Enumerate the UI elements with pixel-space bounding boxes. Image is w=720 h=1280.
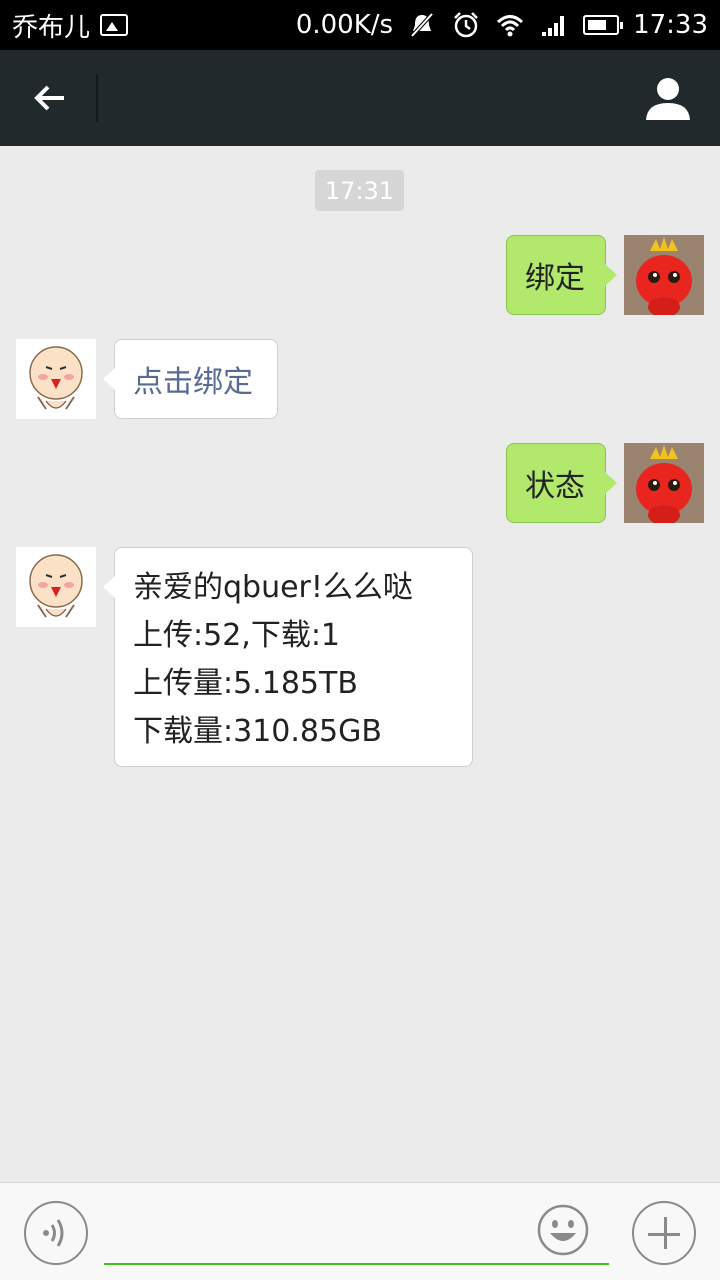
- back-button[interactable]: [22, 70, 78, 126]
- my-avatar[interactable]: [624, 443, 704, 523]
- contact-info-button[interactable]: [642, 72, 694, 124]
- incoming-message-link[interactable]: 点击绑定: [103, 339, 278, 419]
- status-right: 0.00K/s 17:33: [296, 0, 708, 50]
- outgoing-message[interactable]: 绑定: [506, 235, 617, 315]
- status-bar: 乔布儿 0.00K/s 17:33: [0, 0, 720, 50]
- network-speed: 0.00K/s: [295, 10, 394, 40]
- status-line-counts: 上传:52,下载:1: [133, 618, 341, 653]
- status-line-greeting: 亲爱的qbuer!么么哒: [133, 570, 413, 605]
- chat-area[interactable]: 17:31 绑定 点击绑定 状态 亲爱的qbuer!么么哒 上传:52,下载:1…: [0, 146, 720, 1182]
- outgoing-message[interactable]: 状态: [506, 443, 617, 523]
- back-arrow-icon: [34, 85, 64, 111]
- message-input[interactable]: [104, 1201, 609, 1265]
- battery-icon: [583, 15, 624, 35]
- message-text: 绑定: [525, 261, 585, 296]
- voice-icon: [43, 1219, 64, 1247]
- my-avatar[interactable]: [624, 235, 704, 315]
- cartoon-face-avatar-icon: [16, 339, 96, 419]
- message-text: 状态: [525, 469, 585, 504]
- person-icon: [646, 78, 690, 120]
- red-mascot-avatar-icon: [624, 443, 704, 523]
- emoji-icon: [537, 1204, 589, 1256]
- status-line-upload: 上传量:5.185TB: [133, 666, 358, 701]
- cartoon-face-avatar-icon: [16, 547, 96, 627]
- signal-icon: [542, 16, 565, 36]
- red-mascot-avatar-icon: [624, 235, 704, 315]
- image-notification-icon: [100, 14, 129, 36]
- bind-link-text[interactable]: 点击绑定: [133, 357, 253, 401]
- status-left: 乔布儿: [12, 0, 129, 50]
- title-bar: [0, 50, 720, 146]
- more-actions-button[interactable]: [632, 1201, 696, 1265]
- bot-avatar[interactable]: [16, 547, 96, 627]
- mute-bell-icon: [410, 12, 434, 38]
- carrier-label: 乔布儿: [12, 12, 91, 43]
- status-line-download: 下载量:310.85GB: [133, 714, 382, 749]
- emoji-button[interactable]: [536, 1203, 590, 1257]
- incoming-status-message[interactable]: 亲爱的qbuer!么么哒 上传:52,下载:1 上传量:5.185TB 下载量:…: [103, 547, 473, 767]
- input-bar: [0, 1182, 720, 1280]
- bot-avatar[interactable]: [16, 339, 96, 419]
- voice-button[interactable]: [24, 1201, 88, 1265]
- title-divider: [96, 74, 98, 122]
- chat-timestamp: 17:31: [315, 170, 404, 211]
- alarm-icon: [454, 12, 478, 38]
- wifi-icon: [497, 15, 524, 37]
- clock: 17:33: [633, 10, 708, 40]
